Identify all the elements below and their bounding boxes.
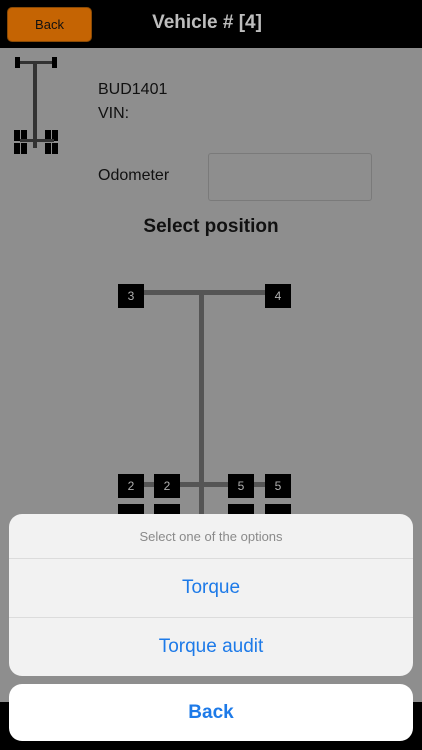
nav-bar: Back Vehicle # [4] [0, 0, 422, 48]
wheel-rear-left-inner[interactable]: 2 [154, 474, 180, 498]
wheel-rear-right-inner[interactable]: 5 [228, 474, 254, 498]
rear-axle [131, 482, 277, 487]
wheel-front-right[interactable]: 4 [265, 284, 291, 308]
wheel-front-left[interactable]: 3 [118, 284, 144, 308]
drive-shaft [199, 292, 204, 524]
option-torque-audit[interactable]: Torque audit [9, 617, 413, 676]
sheet-back-button[interactable]: Back [9, 684, 413, 741]
option-torque[interactable]: Torque [9, 559, 413, 617]
action-sheet-header: Select one of the options [9, 514, 413, 559]
front-axle [131, 290, 277, 295]
back-button[interactable]: Back [7, 7, 92, 42]
action-sheet: Select one of the options Torque Torque … [9, 514, 413, 676]
wheel-rear-right-outer[interactable]: 5 [265, 474, 291, 498]
wheel-rear-left-outer[interactable]: 2 [118, 474, 144, 498]
page-title: Vehicle # [4] [152, 12, 262, 33]
